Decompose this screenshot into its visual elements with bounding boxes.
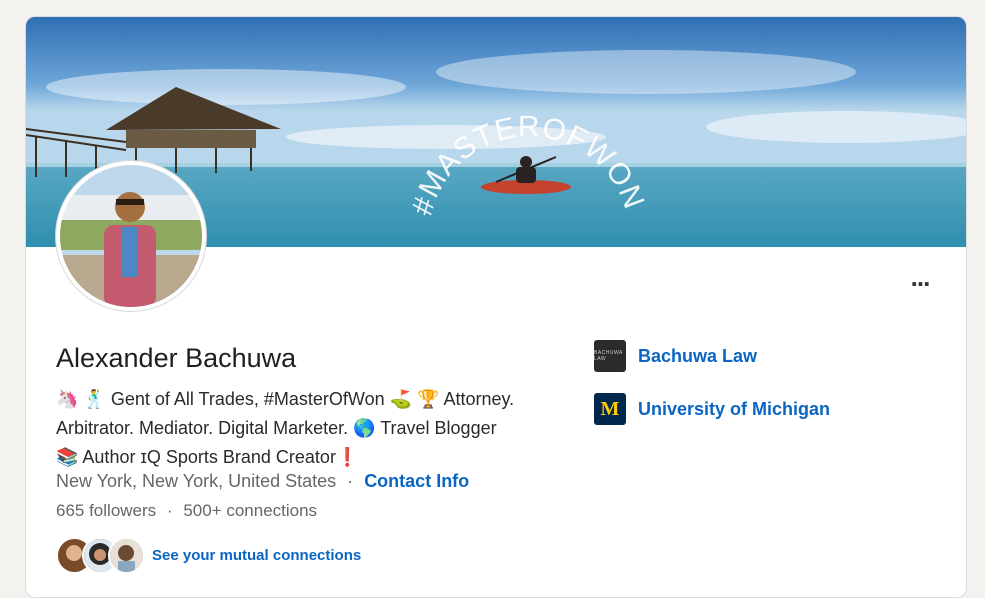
org-university-of-michigan[interactable]: M University of Michigan	[594, 393, 830, 425]
bachuwa-law-logo-icon: BACHUWA LAW	[594, 340, 626, 372]
headline-line-3: 📚 Author ɪQ Sports Brand Creator❗	[56, 447, 359, 467]
headline-line-1: 🦄 🕺 Gent of All Trades, #MasterOfWon ⛳ 🏆…	[56, 389, 515, 409]
umich-logo-icon: M	[594, 393, 626, 425]
org-name[interactable]: University of Michigan	[638, 399, 830, 420]
separator-dot: ·	[347, 471, 354, 491]
connections-count[interactable]: 500+ connections	[183, 501, 317, 520]
mutual-avatar	[108, 537, 145, 574]
headline-line-2: Arbitrator. Mediator. Digital Marketer. …	[56, 418, 497, 438]
profile-location-row: New York, New York, United States · Cont…	[56, 471, 469, 492]
more-options-icon: ...	[910, 262, 931, 292]
mutual-connections[interactable]: See your mutual connections	[56, 535, 361, 575]
mutual-connections-link[interactable]: See your mutual connections	[152, 547, 361, 564]
mutual-avatars	[56, 535, 145, 575]
profile-headline: 🦄 🕺 Gent of All Trades, #MasterOfWon ⛳ 🏆…	[56, 385, 546, 472]
profile-card: #MASTEROFWON ... Alexander Bachuwa 🦄 🕺 G…	[25, 16, 967, 598]
org-bachuwa-law[interactable]: BACHUWA LAW Bachuwa Law	[594, 340, 757, 372]
profile-location: New York, New York, United States	[56, 471, 337, 491]
profile-name: Alexander Bachuwa	[56, 343, 297, 373]
profile-avatar[interactable]	[55, 160, 207, 312]
more-options-button[interactable]: ...	[904, 262, 936, 292]
org-name[interactable]: Bachuwa Law	[638, 346, 757, 367]
network-stats: 665 followers · 500+ connections	[56, 501, 317, 521]
contact-info-link[interactable]: Contact Info	[364, 471, 469, 491]
separator-dot: ·	[166, 501, 173, 520]
followers-count: 665 followers	[56, 501, 157, 520]
